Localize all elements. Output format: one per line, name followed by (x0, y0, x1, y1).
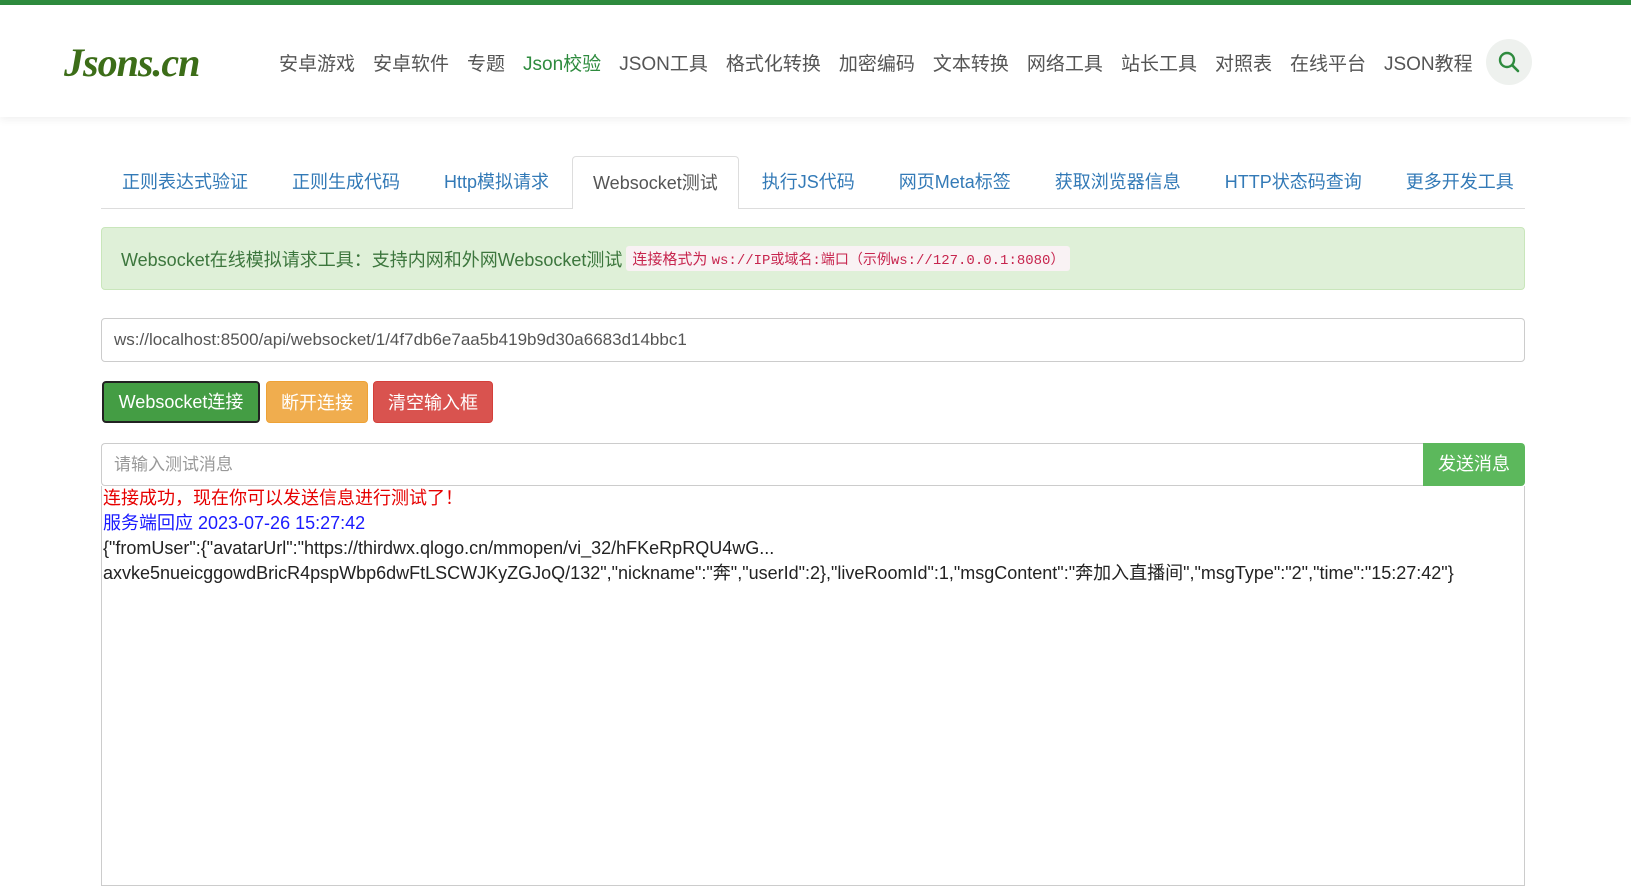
nav-item-encrypt-encode[interactable]: 加密编码 (830, 49, 924, 81)
nav-item-text-convert[interactable]: 文本转换 (924, 49, 1018, 81)
site-logo[interactable]: Jsons.cn (64, 39, 200, 86)
send-message-button[interactable]: 发送消息 (1423, 443, 1525, 486)
tab-more-tools[interactable]: 更多开发工具 (1385, 156, 1535, 208)
nav-item-network-tools[interactable]: 网络工具 (1018, 49, 1112, 81)
search-button[interactable] (1486, 39, 1532, 85)
log-connect-success: 连接成功，现在你可以发送信息进行测试了！ (103, 488, 463, 508)
nav-item-json-tutorial[interactable]: JSON教程 (1375, 49, 1482, 81)
disconnect-button[interactable]: 断开连接 (266, 381, 368, 423)
message-log[interactable]: 连接成功，现在你可以发送信息进行测试了！ 服务端回应 2023-07-26 15… (101, 486, 1525, 886)
tab-regex-validate[interactable]: 正则表达式验证 (101, 156, 269, 208)
notice-text: Websocket在线模拟请求工具：支持内网和外网Websocket测试 (121, 249, 623, 270)
log-data-line: {"fromUser":{"avatarUrl":"https://thirdw… (103, 538, 775, 558)
tab-http-request[interactable]: Http模拟请求 (423, 156, 570, 208)
websocket-connect-button[interactable]: Websocket连接 (102, 381, 260, 423)
log-server-reply: 服务端回应 2023-07-26 15:27:42 (103, 513, 366, 533)
tab-websocket-test[interactable]: Websocket测试 (572, 156, 739, 209)
tab-meta-tags[interactable]: 网页Meta标签 (878, 156, 1032, 208)
nav-item-json-tools[interactable]: JSON工具 (610, 49, 717, 81)
notice-format: 连接格式为 ws://IP或域名:端口（示例ws://127.0.0.1:808… (626, 246, 1071, 271)
nav-item-format-convert[interactable]: 格式化转换 (717, 49, 830, 81)
nav-item-android-apps[interactable]: 安卓软件 (364, 49, 458, 81)
nav-item-json-validate[interactable]: Json校验 (514, 49, 610, 81)
clear-input-button[interactable]: 清空输入框 (373, 381, 493, 423)
websocket-url-input[interactable] (101, 318, 1525, 362)
tab-run-js[interactable]: 执行JS代码 (741, 156, 876, 208)
nav-item-webmaster-tools[interactable]: 站长工具 (1112, 49, 1206, 81)
tab-browser-info[interactable]: 获取浏览器信息 (1034, 156, 1202, 208)
search-icon (1498, 51, 1520, 73)
notice-format-example: ws://IP或域名:端口（示例ws://127.0.0.1:8080） (711, 253, 1065, 269)
nav-item-online-platform[interactable]: 在线平台 (1281, 49, 1375, 81)
main-nav: 安卓游戏 安卓软件 专题 Json校验 JSON工具 格式化转换 加密编码 文本… (270, 49, 1482, 81)
notice-format-prefix: 连接格式为 (632, 251, 708, 268)
test-message-input[interactable] (101, 443, 1423, 486)
tab-http-status[interactable]: HTTP状态码查询 (1204, 156, 1383, 208)
tab-regex-codegen[interactable]: 正则生成代码 (271, 156, 421, 208)
nav-item-topics[interactable]: 专题 (458, 49, 514, 81)
info-notice: Websocket在线模拟请求工具：支持内网和外网Websocket测试 连接格… (101, 227, 1525, 290)
tool-tabs: 正则表达式验证 正则生成代码 Http模拟请求 Websocket测试 执行JS… (101, 156, 1525, 209)
nav-item-android-games[interactable]: 安卓游戏 (270, 49, 364, 81)
nav-item-reference-tables[interactable]: 对照表 (1206, 49, 1281, 81)
site-header: Jsons.cn 安卓游戏 安卓软件 专题 Json校验 JSON工具 格式化转… (0, 5, 1631, 117)
log-data-line: axvke5nueicggowdBricR4pspWbp6dwFtLSCWJKy… (103, 563, 1454, 583)
